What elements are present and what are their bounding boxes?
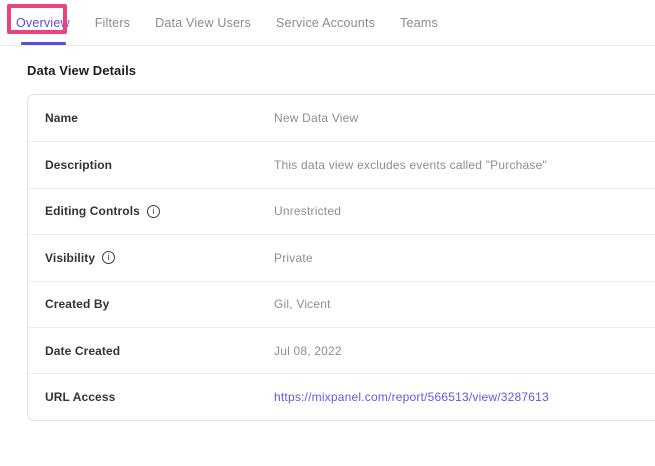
info-icon[interactable]: i (147, 205, 160, 218)
tab-filters-label: Filters (95, 16, 130, 30)
row-label: Description (45, 158, 274, 172)
row-value: Unrestricted (274, 204, 341, 218)
row-value: https://mixpanel.com/report/566513/view/… (274, 390, 549, 404)
table-row-description: Description This data view excludes even… (28, 141, 655, 187)
row-label: Date Created (45, 344, 274, 358)
table-row-editing-controls: Editing Controls i Unrestricted (28, 188, 655, 234)
row-value: New Data View (274, 111, 358, 125)
table-row-url-access: URL Access https://mixpanel.com/report/5… (28, 373, 655, 419)
row-value: Private (274, 251, 313, 265)
tab-data-view-users[interactable]: Data View Users (155, 16, 251, 30)
row-value: Jul 08, 2022 (274, 344, 342, 358)
table-row-created-by: Created By Gil, Vicent (28, 281, 655, 327)
row-value: This data view excludes events called "P… (274, 158, 547, 172)
row-label: Created By (45, 297, 274, 311)
row-label-text: Editing Controls (45, 204, 140, 218)
page-title: Data View Details (27, 63, 655, 78)
active-tab-underline (21, 42, 66, 45)
row-label: URL Access (45, 390, 274, 404)
tab-bar: Overview Filters Data View Users Service… (0, 0, 655, 46)
table-row-date-created: Date Created Jul 08, 2022 (28, 327, 655, 373)
details-card: Name New Data View Description This data… (27, 94, 655, 421)
row-label: Visibility i (45, 251, 274, 265)
tab-overview-label: Overview (16, 16, 70, 30)
tab-teams-label: Teams (400, 16, 438, 30)
row-label: Name (45, 111, 274, 125)
row-label-text: Date Created (45, 344, 120, 358)
table-row-visibility: Visibility i Private (28, 234, 655, 280)
row-value: Gil, Vicent (274, 297, 331, 311)
row-label-text: URL Access (45, 390, 115, 404)
tab-filters[interactable]: Filters (95, 16, 130, 30)
data-view-url-link[interactable]: https://mixpanel.com/report/566513/view/… (274, 390, 549, 404)
tab-service-accounts-label: Service Accounts (276, 16, 375, 30)
row-label-text: Name (45, 111, 78, 125)
table-row-name: Name New Data View (28, 95, 655, 141)
tab-service-accounts[interactable]: Service Accounts (276, 16, 375, 30)
row-label: Editing Controls i (45, 204, 274, 218)
tab-teams[interactable]: Teams (400, 16, 438, 30)
row-label-text: Visibility (45, 251, 95, 265)
row-label-text: Created By (45, 297, 109, 311)
info-icon[interactable]: i (102, 251, 115, 264)
row-label-text: Description (45, 158, 112, 172)
tab-overview[interactable]: Overview (16, 16, 70, 30)
tab-data-view-users-label: Data View Users (155, 16, 251, 30)
